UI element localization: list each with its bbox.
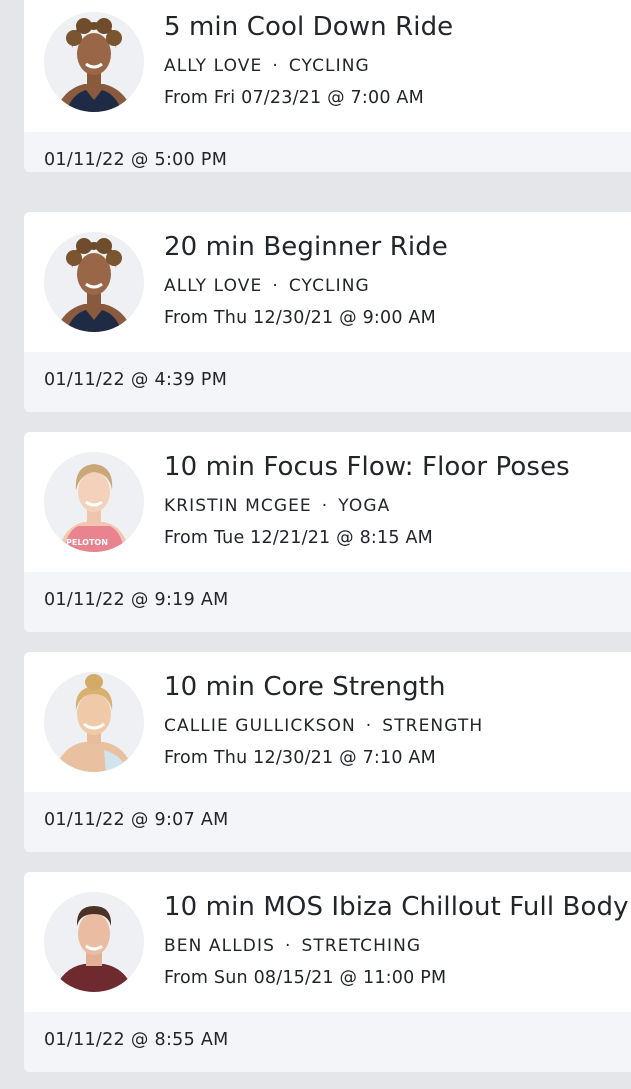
workout-card-footer: 01/11/22 @ 9:19 AM: [24, 572, 631, 632]
workout-title[interactable]: 10 min MOS Ibiza Chillout Full Body: [164, 892, 629, 922]
class-air-date: From Thu 12/30/21 @ 7:10 AM: [164, 748, 436, 768]
instructor-photo-ally-love-icon: [44, 232, 144, 332]
meta-separator: ·: [272, 276, 279, 296]
instructor-name[interactable]: ALLY LOVE: [164, 56, 262, 76]
workout-card-footer: 01/11/22 @ 5:00 PM: [24, 132, 631, 172]
class-air-date: From Fri 07/23/21 @ 7:00 AM: [164, 88, 424, 108]
discipline-label: CYCLING: [288, 276, 370, 296]
meta-separator: ·: [321, 496, 329, 516]
workout-card-footer: 01/11/22 @ 4:39 PM: [24, 352, 631, 412]
instructor-name[interactable]: KRISTIN MCGEE: [164, 496, 312, 516]
completed-timestamp: 01/11/22 @ 5:00 PM: [44, 150, 228, 170]
workout-meta: KRISTIN MCGEE · YOGA: [164, 496, 390, 516]
workout-meta: BEN ALLDIS · STRETCHING: [164, 936, 421, 956]
completed-timestamp: 01/11/22 @ 4:39 PM: [44, 370, 228, 390]
workout-title[interactable]: 5 min Cool Down Ride: [164, 12, 453, 42]
workout-title[interactable]: 10 min Focus Flow: Floor Poses: [164, 452, 570, 482]
workout-card-main[interactable]: 20 min Beginner Ride ALLY LOVE · CYCLING F…: [24, 212, 631, 352]
workout-card[interactable]: 10 min Core Strength CALLIE GULLICKSON · S…: [24, 652, 631, 852]
workout-card[interactable]: 20 min Beginner Ride ALLY LOVE · CYCLING F…: [24, 212, 631, 412]
instructor-name[interactable]: ALLY LOVE: [164, 276, 262, 296]
avatar-shirt-text: PELOTON: [66, 538, 108, 547]
workout-title[interactable]: 10 min Core Strength: [164, 672, 446, 702]
workout-meta: ALLY LOVE · CYCLING: [164, 56, 370, 76]
class-air-date: From Sun 08/15/21 @ 11:00 PM: [164, 968, 447, 988]
instructor-photo-callie-gullickson-icon: [44, 672, 144, 772]
instructor-photo-ally-love-icon: [44, 12, 144, 112]
instructor-photo-kristin-mcgee-icon: PELOTON: [44, 452, 144, 552]
workout-meta: CALLIE GULLICKSON · STRENGTH: [164, 716, 483, 736]
instructor-avatar: [44, 892, 144, 992]
discipline-label: STRENGTH: [382, 716, 484, 736]
instructor-avatar: PELOTON: [44, 452, 144, 552]
workout-card[interactable]: 10 min MOS Ibiza Chillout Full Body BEN …: [24, 872, 631, 1072]
meta-separator: ·: [272, 56, 279, 76]
instructor-photo-ben-alldis-icon: [44, 892, 144, 992]
instructor-avatar: [44, 672, 144, 772]
workout-card[interactable]: PELOTON 10 min Focus Flow: Floor Poses K…: [24, 432, 631, 632]
workout-card[interactable]: 5 min Cool Down Ride ALLY LOVE · CYCLING F…: [24, 0, 631, 172]
class-air-date: From Tue 12/21/21 @ 8:15 AM: [164, 528, 433, 548]
discipline-label: YOGA: [338, 496, 391, 516]
completed-timestamp: 01/11/22 @ 9:07 AM: [44, 810, 229, 830]
workout-card-main[interactable]: 10 min Core Strength CALLIE GULLICKSON · S…: [24, 652, 631, 792]
meta-separator: ·: [285, 936, 292, 956]
workout-meta: ALLY LOVE · CYCLING: [164, 276, 370, 296]
workout-card-footer: 01/11/22 @ 9:07 AM: [24, 792, 631, 852]
workout-title[interactable]: 20 min Beginner Ride: [164, 232, 448, 262]
class-air-date: From Thu 12/30/21 @ 9:00 AM: [164, 308, 436, 328]
workout-card-footer: 01/11/22 @ 8:55 AM: [24, 1012, 631, 1072]
instructor-name[interactable]: BEN ALLDIS: [164, 936, 275, 956]
instructor-avatar: [44, 232, 144, 332]
instructor-name[interactable]: CALLIE GULLICKSON: [164, 716, 356, 736]
workout-card-main[interactable]: PELOTON 10 min Focus Flow: Floor Poses K…: [24, 432, 631, 572]
instructor-avatar: [44, 12, 144, 112]
discipline-label: CYCLING: [288, 56, 370, 76]
discipline-label: STRETCHING: [301, 936, 422, 956]
workout-card-main[interactable]: 5 min Cool Down Ride ALLY LOVE · CYCLING F…: [24, 0, 631, 132]
completed-timestamp: 01/11/22 @ 8:55 AM: [44, 1030, 229, 1050]
completed-timestamp: 01/11/22 @ 9:19 AM: [44, 590, 229, 610]
workout-card-main[interactable]: 10 min MOS Ibiza Chillout Full Body BEN …: [24, 872, 631, 1012]
meta-separator: ·: [365, 716, 373, 736]
